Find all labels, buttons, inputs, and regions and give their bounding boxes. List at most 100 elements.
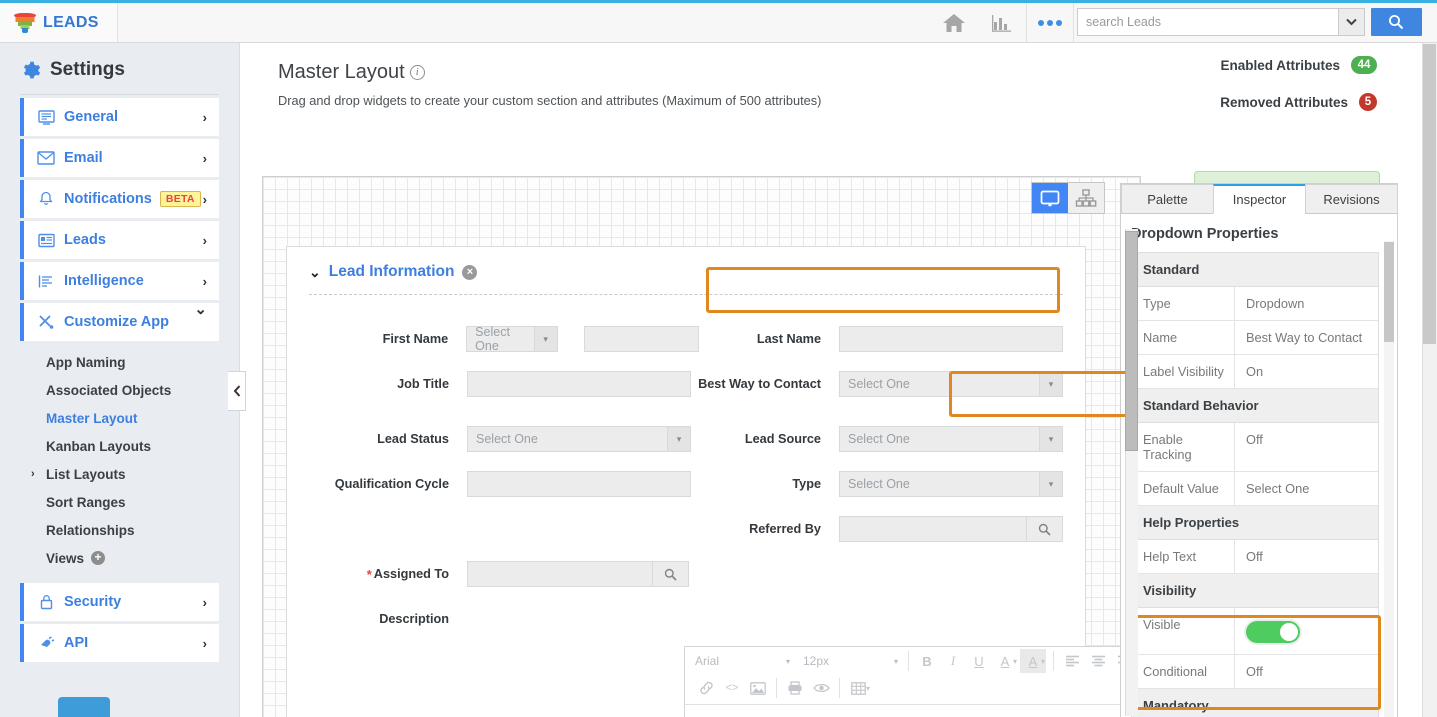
monitor-icon — [33, 109, 59, 125]
chevron-down-icon[interactable]: ▾ — [533, 326, 558, 352]
sidebar-item-leads[interactable]: Leads › — [20, 221, 219, 259]
add-view-icon[interactable]: + — [91, 551, 106, 565]
visible-toggle[interactable] — [1246, 621, 1300, 643]
close-circle-icon[interactable]: × — [462, 264, 478, 280]
section-title[interactable]: Lead Information — [329, 263, 455, 281]
sidebar-action-button[interactable] — [58, 697, 110, 717]
field-first-name: First Name Select One ▾ — [309, 325, 699, 353]
font-size-select[interactable]: 12px ▾ — [795, 650, 903, 672]
subitem-label: Master Layout — [46, 410, 138, 426]
search-submit-button[interactable] — [1370, 8, 1423, 36]
image-icon[interactable] — [745, 676, 771, 700]
font-family-select[interactable]: Arial ▾ — [687, 650, 795, 672]
property-row-conditional[interactable]: Conditional Off — [1132, 655, 1378, 689]
link-icon[interactable] — [693, 676, 719, 700]
field-lead-status: Lead Status Select One ▾ — [309, 426, 699, 452]
italic-icon[interactable]: I — [940, 649, 966, 673]
brand-logo[interactable]: LEADS — [0, 3, 118, 42]
align-center-icon[interactable] — [1085, 649, 1111, 673]
property-row-name[interactable]: Name Best Way to Contact — [1132, 321, 1378, 355]
chevron-down-icon: ▾ — [785, 656, 790, 666]
tab-palette[interactable]: Palette — [1121, 184, 1214, 214]
sidebar-item-api[interactable]: API › — [20, 624, 219, 662]
underline-icon[interactable]: U — [966, 649, 992, 673]
canvas-scrollbar-thumb[interactable] — [1125, 231, 1138, 451]
desktop-preview-button[interactable] — [1032, 183, 1068, 213]
sidebar-subitem-views[interactable]: Views + — [0, 544, 239, 572]
sitemap-preview-button[interactable] — [1068, 183, 1104, 213]
sidebar-item-security[interactable]: Security › — [20, 583, 219, 621]
page-scrollbar-thumb[interactable] — [1423, 44, 1436, 344]
sidebar-subitem-relationships[interactable]: Relationships — [0, 516, 239, 544]
referred-by-lookup-button[interactable] — [1027, 516, 1063, 542]
dropdown-value: Select One — [467, 426, 667, 452]
lead-source-dropdown[interactable]: Select One ▾ — [839, 426, 1063, 452]
sidebar-item-email[interactable]: Email › — [20, 139, 219, 177]
sidebar-subitem-app-naming[interactable]: App Naming — [0, 348, 239, 376]
property-row-visible[interactable]: Visible — [1132, 608, 1378, 655]
sidebar-subitem-sort-ranges[interactable]: Sort Ranges — [0, 488, 239, 516]
inspector-scrollbar-thumb[interactable] — [1384, 242, 1394, 342]
sidebar-subitem-master-layout[interactable]: Master Layout — [0, 404, 239, 432]
chevron-down-icon[interactable]: ▾ — [1039, 471, 1063, 497]
toolbar-divider — [908, 651, 909, 671]
last-name-input[interactable] — [839, 326, 1063, 352]
lead-status-dropdown[interactable]: Select One ▾ — [467, 426, 691, 452]
dropdown-value: Select One — [839, 471, 1039, 497]
assigned-to-input[interactable] — [467, 561, 653, 587]
chevron-down-icon[interactable]: ▾ — [1039, 426, 1063, 452]
field-description: Description — [309, 606, 489, 627]
sidebar-collapse-toggle[interactable] — [228, 371, 246, 411]
referred-by-input[interactable] — [839, 516, 1027, 542]
property-row-label-visibility[interactable]: Label Visibility On — [1132, 355, 1378, 389]
sidebar-item-intelligence[interactable]: Intelligence › — [20, 262, 219, 300]
chevron-down-icon[interactable]: ▾ — [1041, 657, 1045, 666]
property-row-help-text[interactable]: Help Text Off — [1132, 540, 1378, 574]
first-name-prefix-dropdown[interactable]: Select One ▾ — [466, 325, 558, 353]
code-icon[interactable]: <> — [719, 676, 745, 700]
plug-icon — [33, 635, 59, 651]
preview-eye-icon[interactable] — [808, 676, 834, 700]
section-header: ⌄ Lead Information × — [287, 247, 1085, 281]
chevron-down-icon[interactable]: ▾ — [866, 684, 870, 693]
property-key: Name — [1132, 321, 1235, 354]
field-type: Type Select One ▾ — [681, 471, 1071, 497]
removed-attributes-stat: Removed Attributes 5 — [1220, 93, 1377, 111]
more-options-button[interactable] — [1026, 3, 1074, 42]
print-icon[interactable] — [782, 676, 808, 700]
tab-inspector[interactable]: Inspector — [1213, 184, 1306, 214]
lock-icon — [33, 594, 59, 610]
sidebar-subitem-kanban-layouts[interactable]: Kanban Layouts — [0, 432, 239, 460]
bold-icon[interactable]: B — [914, 649, 940, 673]
analytics-button[interactable] — [980, 3, 1024, 42]
sidebar-item-customize-app[interactable]: Customize App ⌄ — [20, 301, 219, 341]
property-row-default-value[interactable]: Default Value Select One — [1132, 472, 1378, 506]
qualification-cycle-input[interactable] — [467, 471, 691, 497]
envelope-icon — [33, 151, 59, 165]
sidebar-item-notifications[interactable]: Notifications BETA › — [20, 180, 219, 218]
field-assigned-to: * Assigned To — [309, 561, 699, 587]
sidebar-item-label: Customize App — [64, 314, 169, 330]
layout-canvas[interactable]: ⌄ Lead Information × First Name Select O… — [262, 176, 1141, 717]
settings-header: Settings — [20, 43, 219, 95]
chevron-down-icon[interactable]: ▾ — [1039, 371, 1063, 397]
property-value: Off — [1246, 432, 1263, 447]
align-left-icon[interactable] — [1059, 649, 1085, 673]
sidebar-item-general[interactable]: General › — [20, 98, 219, 136]
info-icon[interactable]: i — [409, 65, 425, 80]
sidebar-subitem-associated-objects[interactable]: Associated Objects — [0, 376, 239, 404]
sidebar-subitem-list-layouts[interactable]: › List Layouts — [0, 460, 239, 488]
assigned-to-lookup-button[interactable] — [653, 561, 689, 587]
chevron-down-icon[interactable]: ⌄ — [309, 264, 321, 281]
search-scope-dropdown[interactable] — [1338, 8, 1365, 36]
tab-revisions[interactable]: Revisions — [1305, 184, 1398, 214]
property-row-type[interactable]: Type Dropdown — [1132, 287, 1378, 321]
home-button[interactable] — [928, 3, 980, 42]
subitem-label: List Layouts — [46, 466, 126, 482]
best-way-to-contact-dropdown[interactable]: Select One ▾ — [839, 371, 1063, 397]
type-dropdown[interactable]: Select One ▾ — [839, 471, 1063, 497]
job-title-input[interactable] — [467, 371, 691, 397]
search-input[interactable] — [1077, 8, 1339, 36]
property-row-enable-tracking[interactable]: Enable Tracking Off — [1132, 423, 1378, 472]
chevron-down-icon[interactable]: ▾ — [1013, 657, 1017, 666]
